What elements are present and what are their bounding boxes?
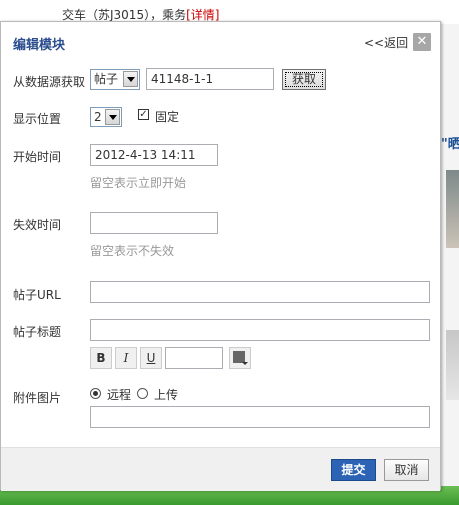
position-label: 显示位置: [13, 112, 62, 126]
background-news-link[interactable]: [详情]: [186, 8, 219, 22]
color-picker-button[interactable]: [229, 347, 251, 369]
close-button[interactable]: ✕: [413, 33, 431, 51]
start-time-hint: 留空表示立即开始: [90, 176, 187, 190]
fixed-label: 固定: [155, 110, 180, 124]
dialog-footer: 提交 取消: [1, 447, 440, 491]
fetch-button[interactable]: 获取: [282, 69, 326, 90]
background-right-image-2: [446, 330, 459, 400]
source-type-select[interactable]: 帖子: [90, 69, 140, 90]
source-type-value: 帖子: [94, 72, 119, 86]
expire-time-label: 失效时间: [13, 218, 62, 232]
chevron-down-icon: [242, 362, 248, 365]
post-title-input[interactable]: [90, 319, 430, 341]
background-right-title: "晒: [441, 137, 459, 152]
position-select[interactable]: 2: [90, 107, 122, 127]
font-size-input[interactable]: [165, 347, 223, 369]
dialog-title: 编辑模块: [13, 38, 66, 53]
fixed-checkbox[interactable]: ✓: [138, 109, 149, 120]
url-label: 帖子URL: [13, 288, 61, 302]
background-news-label: 交车（苏J3015），乘务: [62, 8, 187, 22]
italic-button[interactable]: I: [115, 347, 137, 369]
chevron-down-icon: [123, 71, 138, 87]
start-time-label: 开始时间: [13, 150, 62, 164]
attachment-url-input[interactable]: [90, 406, 430, 428]
back-link[interactable]: <<返回: [364, 34, 408, 51]
remote-radio[interactable]: [90, 388, 101, 399]
submit-button[interactable]: 提交: [331, 459, 376, 481]
url-input[interactable]: [90, 281, 430, 303]
remote-label: 远程: [107, 388, 132, 402]
underline-button[interactable]: U: [140, 347, 162, 369]
close-icon: ✕: [416, 34, 428, 49]
start-time-input[interactable]: 2012-4-13 14:11: [90, 144, 218, 166]
source-label: 从数据源获取: [13, 75, 86, 89]
position-value: 2: [94, 110, 102, 124]
expire-time-input[interactable]: [90, 212, 218, 234]
edit-module-dialog: 编辑模块 <<返回 ✕ 从数据源获取 帖子 41148-1-1 获取 显示位置 …: [0, 21, 441, 491]
chevron-down-icon: [105, 109, 120, 125]
source-id-input[interactable]: 41148-1-1: [146, 68, 274, 90]
upload-label: 上传: [154, 388, 179, 402]
bold-button[interactable]: B: [90, 347, 112, 369]
upload-radio[interactable]: [137, 388, 148, 399]
post-title-label: 帖子标题: [13, 325, 62, 339]
background-right-image: [446, 170, 459, 248]
attachment-label: 附件图片: [13, 391, 62, 405]
cancel-button[interactable]: 取消: [384, 459, 429, 481]
expire-time-hint: 留空表示不失效: [90, 244, 175, 258]
